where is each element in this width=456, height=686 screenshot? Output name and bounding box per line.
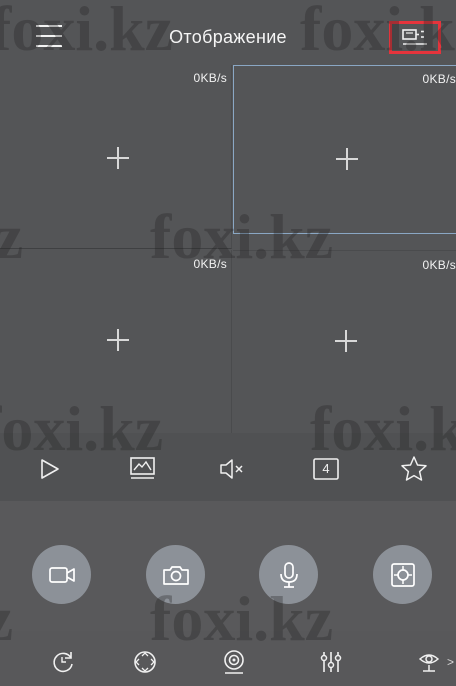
star-icon[interactable] — [399, 454, 429, 484]
video-window-1[interactable]: 0KB/s — [0, 65, 232, 249]
control-panel — [0, 501, 456, 631]
add-camera-icon[interactable] — [107, 329, 129, 351]
talk-button[interactable] — [259, 545, 318, 604]
add-camera-icon[interactable] — [336, 148, 358, 170]
adjust-icon[interactable] — [318, 649, 344, 675]
device-list-icon — [402, 29, 427, 45]
bitrate-label: 0KB/s — [193, 71, 227, 85]
image-quality-icon[interactable] — [128, 454, 158, 484]
device-list-button[interactable] — [389, 21, 441, 54]
video-window-2[interactable]: 0KB/s — [233, 65, 456, 234]
app-header: Отображение — [0, 0, 456, 72]
cruise-icon[interactable] — [416, 649, 442, 675]
snapshot-button[interactable] — [146, 545, 205, 604]
ptz-button[interactable] — [373, 545, 432, 604]
microphone-icon — [280, 562, 298, 588]
ptz-direction-icon[interactable] — [132, 649, 158, 675]
function-bar: > — [0, 631, 456, 686]
record-button[interactable] — [32, 545, 91, 604]
speaker-muted-icon[interactable] — [217, 454, 247, 484]
bitrate-label: 0KB/s — [422, 72, 456, 86]
fisheye-icon[interactable] — [221, 649, 247, 675]
more-arrow[interactable]: > — [447, 655, 454, 669]
playback-icon[interactable] — [50, 649, 76, 675]
video-window-4[interactable]: 0KB/s — [233, 250, 456, 433]
add-camera-icon[interactable] — [107, 147, 129, 169]
add-camera-icon[interactable] — [335, 330, 357, 352]
play-icon[interactable] — [35, 454, 65, 484]
camera-snapshot-icon — [163, 566, 189, 585]
split-screen-button[interactable]: 4 — [311, 454, 341, 484]
playback-toolbar: 4 — [0, 433, 456, 501]
bitrate-label: 0KB/s — [422, 258, 456, 272]
video-grid: 0KB/s 0KB/s 0KB/s 0KB/s — [0, 65, 456, 433]
page-title: Отображение — [169, 27, 287, 47]
video-record-icon — [49, 567, 75, 583]
bitrate-label: 0KB/s — [193, 257, 227, 271]
video-window-3[interactable]: 0KB/s — [0, 250, 232, 433]
ptz-icon — [391, 563, 415, 587]
split-count: 4 — [322, 461, 330, 476]
